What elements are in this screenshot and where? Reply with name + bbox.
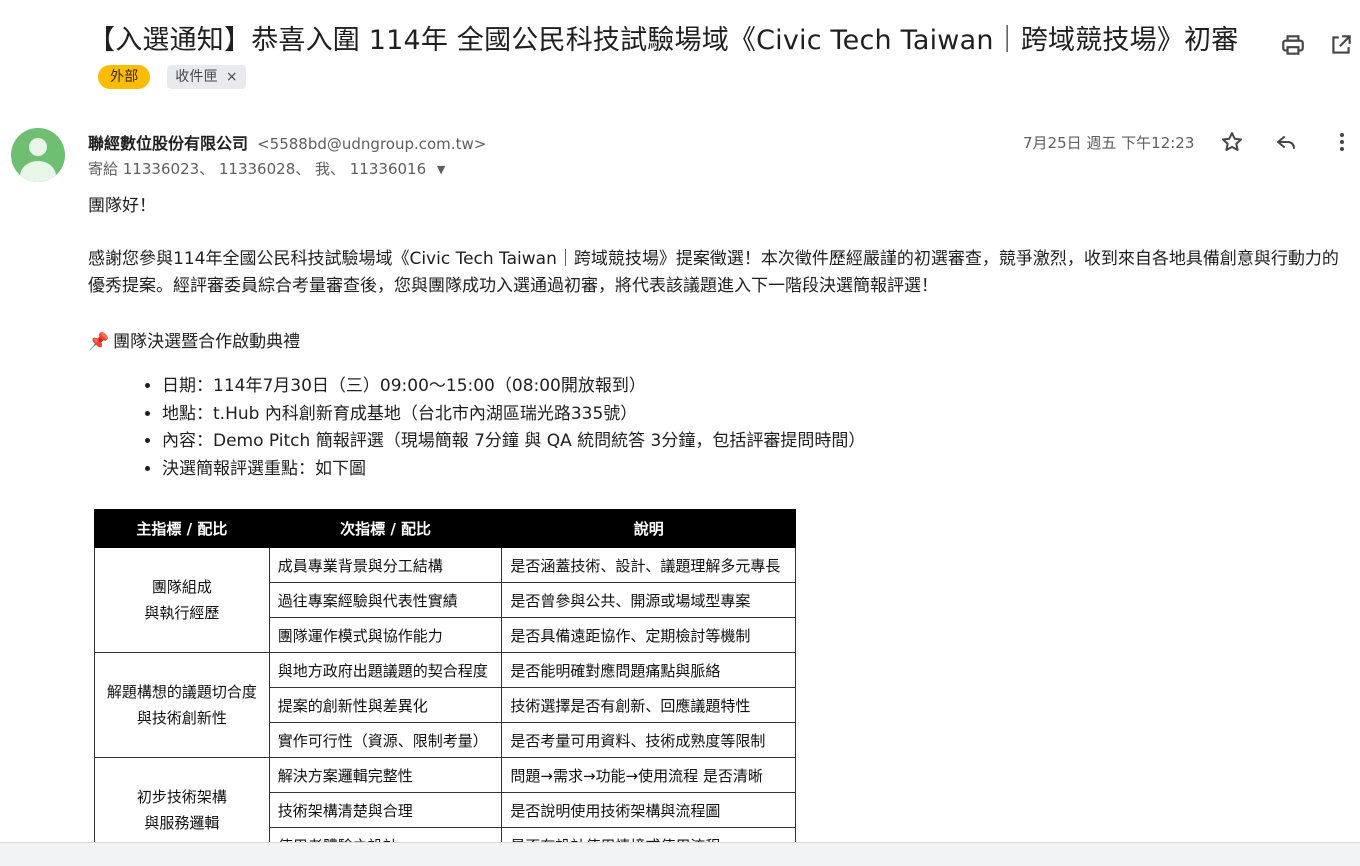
criterion-description: 是否具備遠距協作、定期檢討等機制	[501, 617, 796, 653]
sub-criterion: 技術架構清楚與合理	[268, 792, 503, 828]
external-badge: 外部	[98, 64, 151, 89]
email-subject: 【入選通知】恭喜入圍 114年 全國公民科技試驗場域《Civic Tech Ta…	[88, 22, 1268, 98]
sub-criterion: 團隊運作模式與協作能力	[268, 617, 503, 653]
intro-paragraph: 感謝您參與114年全國公民科技試驗場域《Civic Tech Taiwan｜跨域…	[88, 249, 1339, 296]
table-row: 初步技術架構 與服務邏輯 解決方案邏輯完整性 問題→需求→功能→使用流程 是否清晰	[94, 757, 796, 842]
main-criterion-line: 團隊組成	[151, 578, 212, 596]
sub-criterion: 實作可行性（資源、限制考量）	[268, 722, 503, 758]
print-icon[interactable]	[1280, 32, 1306, 58]
main-criterion-line: 與執行經歷	[144, 604, 220, 622]
inbox-label-chip[interactable]: 收件匣 ×	[167, 64, 246, 89]
section-heading: 📌 團隊決選暨合作啟動典禮	[88, 329, 1348, 356]
sender-email: <5588bd@udngroup.com.tw>	[257, 135, 487, 153]
pushpin-icon: 📌	[88, 332, 110, 352]
reply-icon[interactable]	[1274, 130, 1298, 154]
sender-avatar[interactable]	[11, 128, 65, 182]
criterion-description: 是否能明確對應問題痛點與脈絡	[501, 652, 796, 688]
remove-label-icon[interactable]: ×	[226, 69, 238, 85]
criterion-description: 是否說明使用技術架構與流程圖	[501, 792, 796, 828]
main-criterion: 團隊組成 與執行經歷	[94, 547, 270, 653]
table-header: 說明	[501, 509, 796, 548]
greeting: 團隊好！	[88, 196, 156, 216]
criterion-description: 是否曾參與公共、開源或場域型專案	[501, 582, 796, 618]
criterion-description: 是否有設計使用情境或使用流程	[501, 827, 796, 842]
main-criterion: 解題構想的議題切合度 與技術創新性	[94, 652, 270, 758]
event-details-list: 日期：114年7月30日（三）09:00～15:00（08:00開放報到） 地點…	[140, 373, 865, 483]
table-header: 主指標 / 配比	[94, 509, 270, 548]
list-item: 決選簡報評選重點：如下圖	[162, 456, 865, 484]
section-title: 團隊決選暨合作啟動典禮	[113, 332, 301, 352]
list-item: 日期：114年7月30日（三）09:00～15:00（08:00開放報到）	[162, 373, 865, 401]
star-icon[interactable]	[1220, 130, 1244, 154]
list-item: 地點：t.Hub 內科創新育成基地（台北市內湖區瑞光路335號）	[162, 401, 865, 429]
criterion-description: 問題→需求→功能→使用流程 是否清晰	[501, 757, 796, 793]
open-in-new-window-icon[interactable]	[1328, 32, 1354, 58]
sub-criterion: 成員專業背景與分工結構	[268, 547, 503, 583]
message-date: 7月25日 週五 下午12:23	[1023, 134, 1195, 152]
criteria-table: 主指標 / 配比 次指標 / 配比 說明 團隊組成與執行經歷 成員專業背景與分工…	[94, 509, 796, 842]
list-item: 內容：Demo Pitch 簡報評選（現場簡報 7分鐘 與 QA 統問統答 3分…	[162, 428, 865, 456]
main-criterion: 初步技術架構 與服務邏輯	[94, 757, 270, 842]
subject-row: 【入選通知】恭喜入圍 114年 全國公民科技試驗場域《Civic Tech Ta…	[88, 22, 1268, 98]
main-criterion-line: 與技術創新性	[136, 709, 227, 727]
criteria-table-image: 主指標 / 配比 次指標 / 配比 說明 團隊組成與執行經歷 成員專業背景與分工…	[94, 509, 796, 842]
show-details-chevron-icon[interactable]: ▼	[437, 163, 445, 176]
criterion-description: 技術選擇是否有創新、回應議題特性	[501, 687, 796, 723]
criterion-description: 是否考量可用資料、技術成熟度等限制	[501, 722, 796, 758]
table-row: 團隊組成與執行經歷 成員專業背景與分工結構 是否涵蓋技術、設計、議題理解多元專長	[94, 547, 796, 653]
criterion-description: 是否涵蓋技術、設計、議題理解多元專長	[501, 547, 796, 583]
inbox-label-text: 收件匣	[175, 68, 218, 85]
sender-name[interactable]: 聯經數位股份有限公司	[88, 134, 248, 153]
main-criterion-line: 解題構想的議題切合度	[106, 683, 257, 701]
table-header-row: 主指標 / 配比 次指標 / 配比 說明	[94, 509, 796, 548]
recipients-text: 寄給 11336023、 11336028、 我、 11336016	[88, 160, 427, 178]
sub-criterion: 過往專案經驗與代表性實績	[268, 582, 503, 618]
main-criterion-line: 與服務邏輯	[144, 814, 220, 832]
sub-criterion: 與地方政府出題議題的契合程度	[268, 652, 503, 688]
recipients-line: 寄給 11336023、 11336028、 我、 11336016 ▼	[88, 158, 445, 179]
more-options-icon[interactable]	[1330, 130, 1354, 154]
sub-criterion: 提案的創新性與差異化	[268, 687, 503, 723]
sub-criterion: 使用者體驗之設計	[268, 827, 503, 842]
main-criterion-line: 初步技術架構	[136, 788, 227, 806]
table-header: 次指標 / 配比	[268, 509, 503, 548]
subject-text: 【入選通知】恭喜入圍 114年 全國公民科技試驗場域《Civic Tech Ta…	[88, 25, 1239, 56]
bottom-bar	[0, 842, 1360, 866]
sender-line: 聯經數位股份有限公司 <5588bd@udngroup.com.tw>	[88, 130, 486, 154]
sub-criterion: 解決方案邏輯完整性	[268, 757, 503, 793]
table-row: 解題構想的議題切合度 與技術創新性 與地方政府出題議題的契合程度 是否能明確對應問…	[94, 652, 796, 758]
